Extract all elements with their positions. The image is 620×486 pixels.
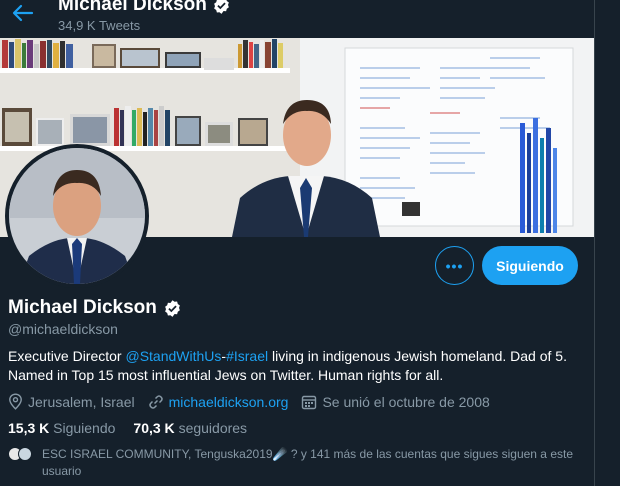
followers-count: 70,3 K (133, 420, 175, 436)
location-pin-icon (9, 393, 22, 410)
following-button[interactable]: Siguiendo (482, 246, 578, 285)
profile-name: Michael Dickson (8, 297, 182, 319)
website[interactable]: michaeldickson.org (148, 394, 289, 410)
following-stat[interactable]: 15,3 K Siguiendo (8, 420, 115, 436)
followers-label: seguidores (178, 420, 248, 436)
more-options-button[interactable]: ••• (435, 246, 474, 285)
profile-name-text: Michael Dickson (8, 297, 157, 318)
bio-mention-link[interactable]: @StandWithUs (125, 348, 221, 364)
followers-you-know[interactable]: ESC ISRAEL COMMUNITY, Tenguska2019☄️ ? y… (8, 446, 588, 480)
side-scroll-strip (594, 0, 620, 486)
top-bar: Michael Dickson 34,9 K Tweets (0, 0, 594, 38)
header-name: Michael Dickson (58, 0, 231, 16)
profile-handle: @michaeldickson (8, 321, 118, 337)
tweet-count: 34,9 K Tweets (58, 18, 141, 33)
following-count: 15,3 K (8, 420, 50, 436)
website-link[interactable]: michaeldickson.org (169, 394, 289, 410)
followers-you-know-text: ESC ISRAEL COMMUNITY, Tenguska2019☄️ ? y… (42, 447, 573, 478)
followers-avatars (8, 447, 32, 480)
location: Jerusalem, Israel (8, 393, 135, 410)
back-arrow-icon[interactable] (12, 4, 34, 22)
joined-date: Se unió el octubre de 2008 (301, 393, 490, 410)
verified-badge-icon (214, 0, 229, 14)
follow-stats: 15,3 K Siguiendo 70,3 K seguidores (8, 420, 265, 436)
avatar-image (9, 148, 145, 284)
profile-meta: Jerusalem, Israel michaeldickson.org Se … (8, 393, 503, 410)
calendar-icon (302, 395, 317, 409)
profile-avatar[interactable] (5, 144, 149, 288)
mini-avatar (18, 447, 32, 461)
link-icon (148, 394, 163, 409)
profile-bio: Executive Director @StandWithUs-#Israel … (8, 347, 588, 385)
joined-text: Se unió el octubre de 2008 (322, 393, 490, 410)
followers-stat[interactable]: 70,3 K seguidores (133, 420, 247, 436)
following-label: Siguiendo (53, 420, 116, 436)
header-name-text: Michael Dickson (58, 0, 207, 15)
bio-text-1: Executive Director (8, 348, 126, 364)
bio-hashtag-link[interactable]: #Israel (226, 348, 268, 364)
location-text: Jerusalem, Israel (28, 393, 135, 410)
verified-badge-icon (165, 299, 180, 317)
